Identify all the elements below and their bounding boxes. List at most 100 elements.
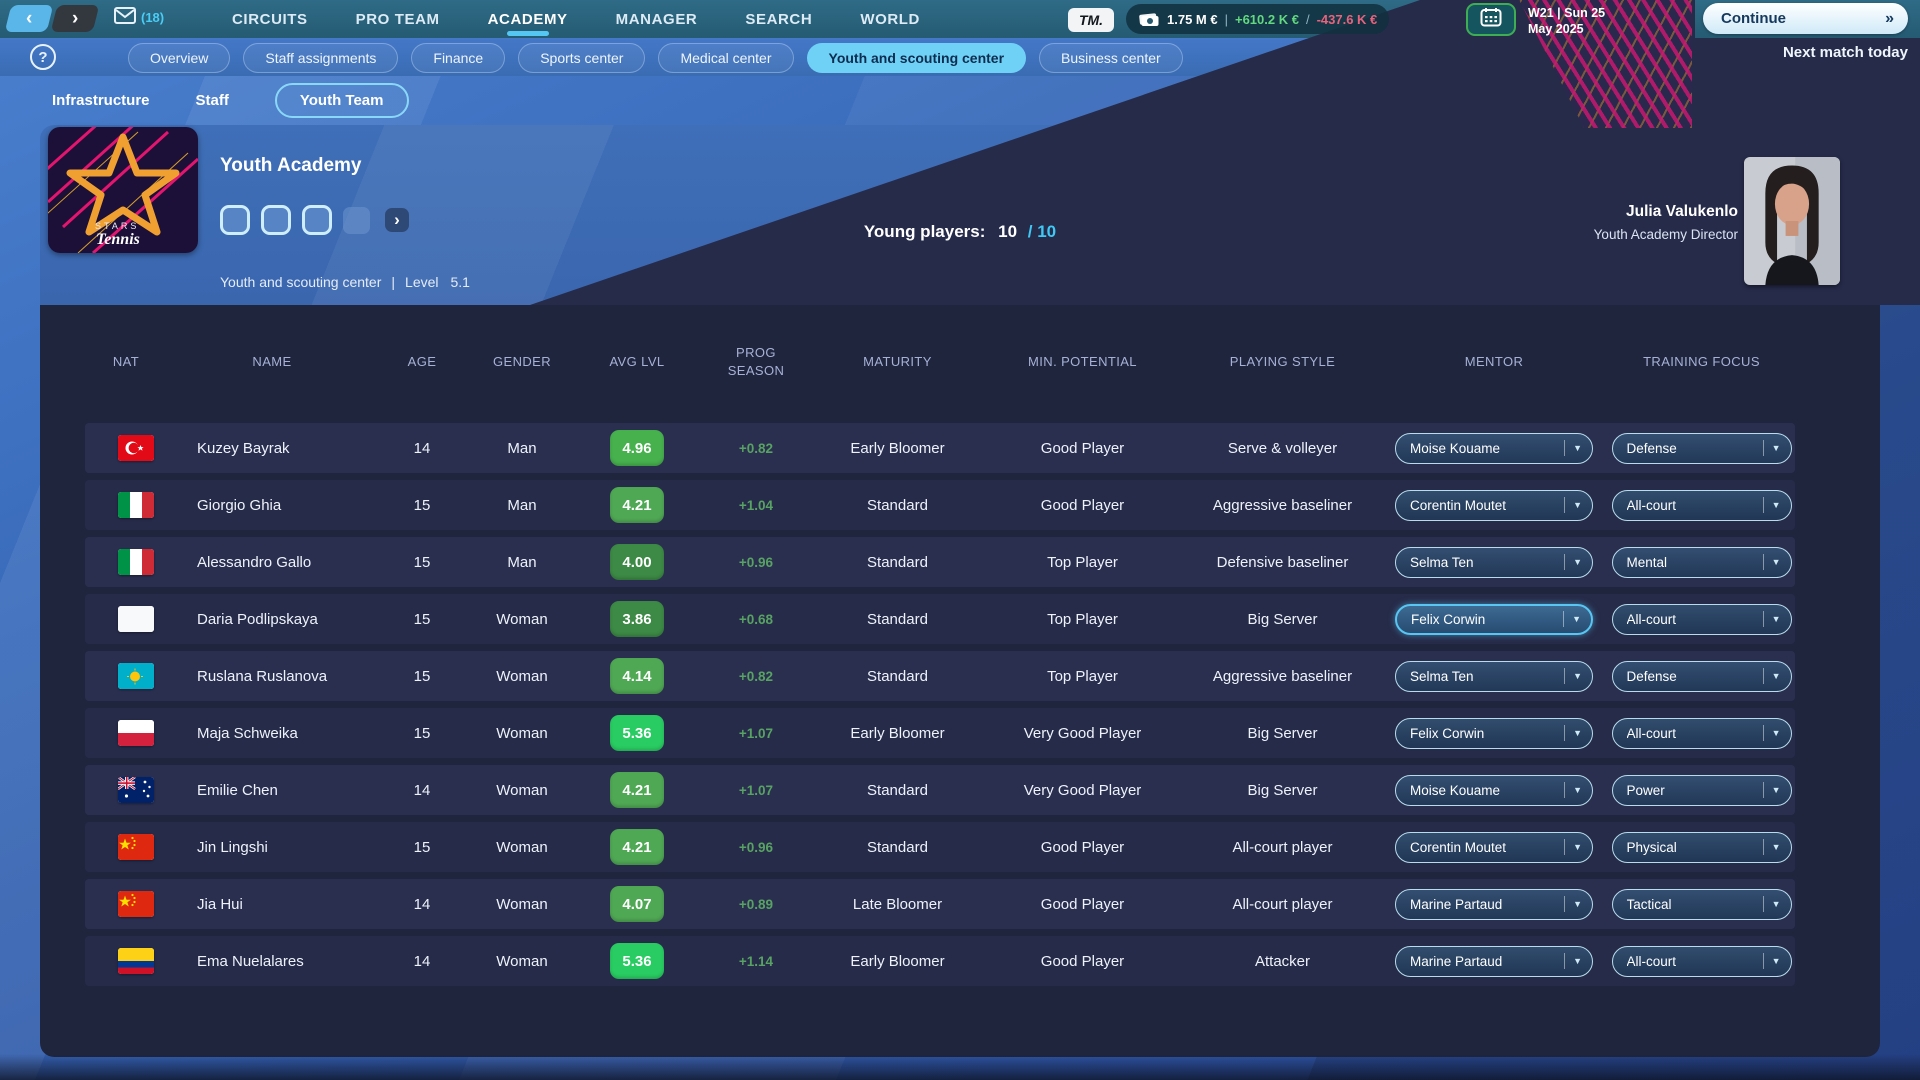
avg-level-badge: 4.21 <box>610 487 664 523</box>
dropdown-divider <box>1763 953 1764 969</box>
column-header-nat: NAT <box>85 353 167 371</box>
inbox-button[interactable]: (18) <box>114 7 164 27</box>
history-navigation: ‹ › <box>8 5 96 32</box>
mentor-dropdown[interactable]: Marine Partaud ▼ <box>1395 889 1593 920</box>
training-focus-dropdown[interactable]: Physical ▼ <box>1612 832 1792 863</box>
mentor-dropdown[interactable]: Felix Corwin ▼ <box>1395 718 1593 749</box>
table-row[interactable]: Daria Podlipskaya 15 Woman 3.86 +0.68 St… <box>85 594 1795 644</box>
section-tab-infrastructure[interactable]: Infrastructure <box>52 84 150 117</box>
player-age: 15 <box>377 725 467 742</box>
subnav-tab-business-center[interactable]: Business center <box>1039 43 1183 73</box>
nationality-flag <box>118 834 154 860</box>
table-row[interactable]: Ema Nuelalares 14 Woman 5.36 +1.14 Early… <box>85 936 1795 986</box>
table-row[interactable]: Jia Hui 14 Woman 4.07 +0.89 Late Bloomer… <box>85 879 1795 929</box>
training-focus-value: Defense <box>1627 441 1757 456</box>
player-name: Giorgio Ghia <box>167 497 377 514</box>
training-focus-dropdown[interactable]: Tactical ▼ <box>1612 889 1792 920</box>
chevron-down-icon: ▼ <box>1772 899 1781 909</box>
main-navigation: CIRCUITS PRO TEAM ACADEMY MANAGER SEARCH WORL… <box>232 0 920 38</box>
director-name: Julia Valukenlo <box>1340 203 1738 221</box>
young-players-label: Young players: <box>864 222 986 241</box>
training-focus-dropdown[interactable]: Mental ▼ <box>1612 547 1792 578</box>
mail-icon <box>114 7 136 27</box>
mentor-value: Corentin Moutet <box>1410 840 1558 855</box>
table-row[interactable]: Alessandro Gallo 15 Man 4.00 +0.96 Stand… <box>85 537 1795 587</box>
nav-item-world[interactable]: WORLD <box>860 5 920 34</box>
youth-players-table: NATNAMEAGEGENDERAVG LVLPROG SEASONMATURI… <box>40 305 1880 1057</box>
mentor-value: Moise Kouame <box>1410 783 1558 798</box>
player-min-potential: Top Player <box>980 554 1185 571</box>
subnav-tab-overview[interactable]: Overview <box>128 43 230 73</box>
bottom-shadow <box>0 1054 1920 1080</box>
chevron-down-icon: ▼ <box>1772 842 1781 852</box>
player-gender: Woman <box>467 896 577 913</box>
subnav-tab-finance[interactable]: Finance <box>411 43 505 73</box>
dropdown-divider <box>1763 497 1764 513</box>
nationality-flag <box>118 720 154 746</box>
finance-summary[interactable]: 1.75 M € | +610.2 K € / -437.6 K € <box>1126 4 1389 34</box>
section-tab-staff[interactable]: Staff <box>196 84 229 117</box>
balance-value: 1.75 M € <box>1167 12 1218 27</box>
mentor-value: Marine Partaud <box>1410 897 1558 912</box>
mentor-dropdown[interactable]: Moise Kouame ▼ <box>1395 433 1593 464</box>
player-age: 15 <box>377 668 467 685</box>
table-row[interactable]: Giorgio Ghia 15 Man 4.21 +1.04 Standard … <box>85 480 1795 530</box>
table-row[interactable]: Jin Lingshi 15 Woman 4.21 +0.96 Standard… <box>85 822 1795 872</box>
subtitle-text: Youth and scouting center <box>220 274 381 290</box>
nav-item-circuits[interactable]: CIRCUITS <box>232 5 308 34</box>
season-progress: +0.96 <box>697 840 815 855</box>
nav-item-search[interactable]: SEARCH <box>745 5 812 34</box>
section-tab-youth-team[interactable]: Youth Team <box>275 83 409 118</box>
table-row[interactable]: Ruslana Ruslanova 15 Woman 4.14 +0.82 St… <box>85 651 1795 701</box>
help-button[interactable]: ? <box>30 44 56 70</box>
forward-button[interactable]: › <box>51 5 100 32</box>
dropdown-divider <box>1763 554 1764 570</box>
finance-separator: | <box>1225 12 1228 27</box>
nav-item-manager[interactable]: MANAGER <box>616 5 698 34</box>
director-avatar[interactable] <box>1744 157 1840 285</box>
player-playing-style: Aggressive baseliner <box>1185 497 1380 514</box>
player-gender: Woman <box>467 611 577 628</box>
nationality-flag <box>118 549 154 575</box>
nav-item-academy[interactable]: ACADEMY <box>488 5 568 34</box>
mentor-dropdown[interactable]: Felix Corwin ▼ <box>1395 604 1593 635</box>
column-header-min-potential: MIN. POTENTIAL <box>980 353 1185 371</box>
mentor-dropdown[interactable]: Corentin Moutet ▼ <box>1395 490 1593 521</box>
table-row[interactable]: Kuzey Bayrak 14 Man 4.96 +0.82 Early Blo… <box>85 423 1795 473</box>
expand-pips-button[interactable]: › <box>385 208 409 232</box>
player-playing-style: Big Server <box>1185 611 1380 628</box>
chevron-down-icon: ▼ <box>1772 500 1781 510</box>
subnav-tab-staff-assignments[interactable]: Staff assignments <box>243 43 398 73</box>
table-row[interactable]: Emilie Chen 14 Woman 4.21 +1.07 Standard… <box>85 765 1795 815</box>
calendar-button[interactable] <box>1466 3 1516 36</box>
mentor-dropdown[interactable]: Selma Ten ▼ <box>1395 661 1593 692</box>
level-label: Level <box>405 274 438 290</box>
subnav-tab-medical-center[interactable]: Medical center <box>658 43 793 73</box>
subnav-tab-youth-and-scouting-center[interactable]: Youth and scouting center <box>807 43 1027 73</box>
mentor-dropdown[interactable]: Marine Partaud ▼ <box>1395 946 1593 977</box>
mentor-dropdown[interactable]: Corentin Moutet ▼ <box>1395 832 1593 863</box>
nav-item-pro-team[interactable]: PRO TEAM <box>356 5 440 34</box>
player-playing-style: Big Server <box>1185 725 1380 742</box>
academy-level-pip <box>343 207 370 234</box>
dropdown-divider <box>1763 668 1764 684</box>
training-focus-dropdown[interactable]: All-court ▼ <box>1612 604 1792 635</box>
mentor-dropdown[interactable]: Selma Ten ▼ <box>1395 547 1593 578</box>
academy-level-pips: › <box>220 205 409 235</box>
training-focus-dropdown[interactable]: All-court ▼ <box>1612 718 1792 749</box>
continue-button[interactable]: Continue » <box>1703 3 1908 34</box>
training-focus-dropdown[interactable]: All-court ▼ <box>1612 490 1792 521</box>
training-focus-dropdown[interactable]: Defense ▼ <box>1612 661 1792 692</box>
table-row[interactable]: Maja Schweika 15 Woman 5.36 +1.07 Early … <box>85 708 1795 758</box>
mentor-dropdown[interactable]: Moise Kouame ▼ <box>1395 775 1593 806</box>
back-button[interactable]: ‹ <box>5 5 54 32</box>
chevron-down-icon: ▼ <box>1573 500 1582 510</box>
forward-icon: › <box>72 9 78 28</box>
training-focus-dropdown[interactable]: Defense ▼ <box>1612 433 1792 464</box>
training-focus-dropdown[interactable]: All-court ▼ <box>1612 946 1792 977</box>
column-header-name: NAME <box>167 353 377 371</box>
dropdown-divider <box>1763 896 1764 912</box>
training-focus-value: Mental <box>1627 555 1757 570</box>
subnav-tab-sports-center[interactable]: Sports center <box>518 43 645 73</box>
training-focus-dropdown[interactable]: Power ▼ <box>1612 775 1792 806</box>
